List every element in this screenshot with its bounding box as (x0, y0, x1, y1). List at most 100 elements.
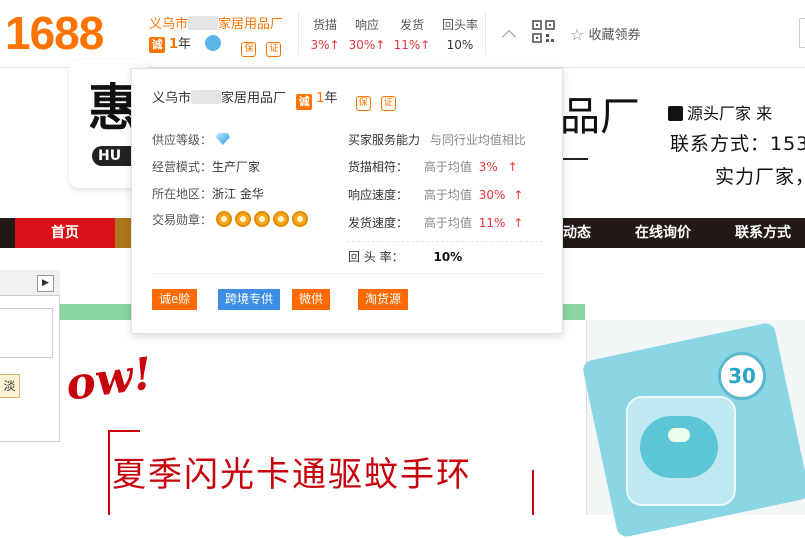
frog-bracelet (640, 416, 718, 478)
tag-weigong[interactable]: 微供 (292, 289, 331, 310)
company-name-link[interactable]: 义乌市 家居用品厂 (149, 13, 283, 32)
favorite-label: 收藏领券 (588, 28, 641, 43)
row-label: 响应速度： (348, 188, 409, 202)
row-label: 交易勋章： (152, 213, 213, 227)
row-value: 30% (478, 188, 506, 202)
row-value: 生产厂家 (212, 160, 261, 174)
guarantee-icon[interactable]: 保 (355, 96, 371, 111)
factory-icon (668, 106, 683, 121)
metric-value: 11%↑ (393, 38, 431, 52)
row-text: 高于均值 (423, 216, 472, 230)
service-title: 买家服务能力 (348, 133, 421, 147)
metric-value: 30%↑ (348, 38, 386, 52)
metric-label: 响应 (354, 18, 379, 32)
divider (485, 12, 486, 54)
features-text: 源头厂家 来 (687, 104, 773, 123)
years-count: 1 (169, 37, 179, 52)
accent-line (108, 430, 140, 432)
company-prefix: 义乌市 (152, 91, 192, 106)
row-label: 所在地区： (152, 187, 213, 201)
company-info-popup: 义乌市 家居用品厂 诚 1年 保 证 供应等级： 经营模式：生产厂家 所在地区：浙江… (131, 68, 563, 334)
metric-value: 10% (446, 38, 474, 52)
guarantee-icon[interactable]: 保 (241, 42, 257, 57)
return-rate-row: 回 头 率： 10% (348, 248, 462, 265)
service-compare: 与同行业均值相比 (429, 133, 526, 147)
supplier-level-icon[interactable] (205, 35, 222, 51)
product-title: 夏季闪光卡通驱蚊手环 (112, 455, 472, 495)
expand-arrow-icon[interactable]: ▶ (37, 275, 54, 292)
up-arrow-icon: ↑ (513, 216, 524, 230)
years-unit: 年 (178, 37, 192, 52)
nav-home[interactable]: 首页 (15, 218, 115, 248)
row-value: 10% (433, 250, 463, 264)
banner-features: 源头厂家 来 (668, 100, 772, 124)
qr-code-icon[interactable] (532, 20, 555, 43)
tag-taohuoyuan[interactable]: 淘货源 (358, 289, 409, 310)
search-input[interactable] (799, 18, 805, 48)
side-message-box[interactable] (0, 308, 53, 358)
nav-dynamics[interactable]: 动态 (563, 218, 591, 248)
metric-shipping: 发货 11%↑ (390, 16, 434, 52)
masked-text (188, 16, 219, 30)
frog-face (668, 428, 690, 442)
metric-description: 货描 3%↑ (303, 16, 347, 52)
certificate-icon[interactable]: 证 (380, 96, 396, 111)
medal-icon[interactable] (215, 211, 232, 227)
sign-text-right: 品厂 (560, 94, 640, 140)
divider (347, 241, 543, 242)
metric-value: 3%↑ (310, 38, 340, 52)
star-icon: ☆ (570, 25, 585, 44)
nav-online-inquiry[interactable]: 在线询价 (635, 218, 691, 248)
business-model-row: 经营模式：生产厂家 (152, 158, 260, 175)
sign-pill: HU (92, 146, 136, 166)
nav-decoration (115, 218, 131, 248)
popup-company-name[interactable]: 义乌市 家居用品厂 诚 1年 保 证 (152, 87, 396, 111)
nav-contact[interactable]: 联系方式 (735, 218, 791, 248)
service-row-response: 响应速度： 高于均值 30% ↑ (348, 186, 523, 203)
row-label: 货描相符： (348, 160, 409, 174)
years-unit: 年 (324, 91, 338, 106)
package-badge: 30 (718, 352, 766, 400)
chengxin-icon[interactable]: 诚 (296, 94, 313, 110)
row-value: 浙江 金华 (212, 187, 264, 201)
site-logo[interactable]: 1688 (5, 8, 104, 58)
medal-icon[interactable] (253, 211, 270, 227)
medal-icon[interactable] (272, 211, 289, 227)
service-row-description: 货描相符： 高于均值 3% ↑ (348, 158, 518, 175)
tag-chengesha[interactable]: 诚e赊 (152, 289, 198, 310)
accent-line (532, 470, 534, 515)
service-row-shipping: 发货速度： 高于均值 11% ↑ (348, 214, 523, 231)
sign-underline (560, 158, 588, 160)
company-suffix: 家居用品厂 (218, 17, 284, 32)
metric-return-rate: 回头率 10% (438, 16, 482, 52)
service-header: 买家服务能力 与同行业均值相比 (348, 131, 526, 148)
trade-medals-row: 交易勋章： (152, 211, 311, 228)
row-value: 11% (478, 216, 506, 230)
divider (152, 273, 544, 274)
row-label: 发货速度： (348, 216, 409, 230)
side-action-button[interactable]: 淡 (0, 374, 20, 398)
company-suffix: 家居用品厂 (221, 91, 287, 106)
row-text: 高于均值 (423, 160, 472, 174)
accent-line (108, 430, 110, 515)
banner-contact: 联系方式：153 (670, 133, 805, 155)
medal-icon[interactable] (291, 211, 308, 227)
row-text: 高于均值 (423, 188, 472, 202)
row-label: 回 头 率： (348, 250, 404, 264)
up-arrow-icon: ↑ (507, 160, 518, 174)
metric-response: 响应 30%↑ (345, 16, 389, 52)
metric-label: 回头率 (441, 18, 478, 32)
region-row: 所在地区：浙江 金华 (152, 185, 264, 202)
diamond-icon (215, 133, 230, 145)
medal-icon[interactable] (234, 211, 251, 227)
row-label: 供应等级： (152, 133, 213, 147)
tag-cross-border[interactable]: 跨境专供 (218, 289, 281, 310)
favorite-coupon-button[interactable]: ☆ 收藏领券 (570, 24, 641, 44)
chengxin-icon[interactable]: 诚 (149, 37, 165, 53)
metric-label: 货描 (312, 18, 337, 32)
company-credentials: 诚 1年 保 证 (149, 33, 282, 57)
row-value: 3% (478, 160, 498, 174)
divider (298, 12, 299, 54)
certificate-icon[interactable]: 证 (266, 42, 282, 57)
supply-level-row: 供应等级： (152, 131, 230, 148)
